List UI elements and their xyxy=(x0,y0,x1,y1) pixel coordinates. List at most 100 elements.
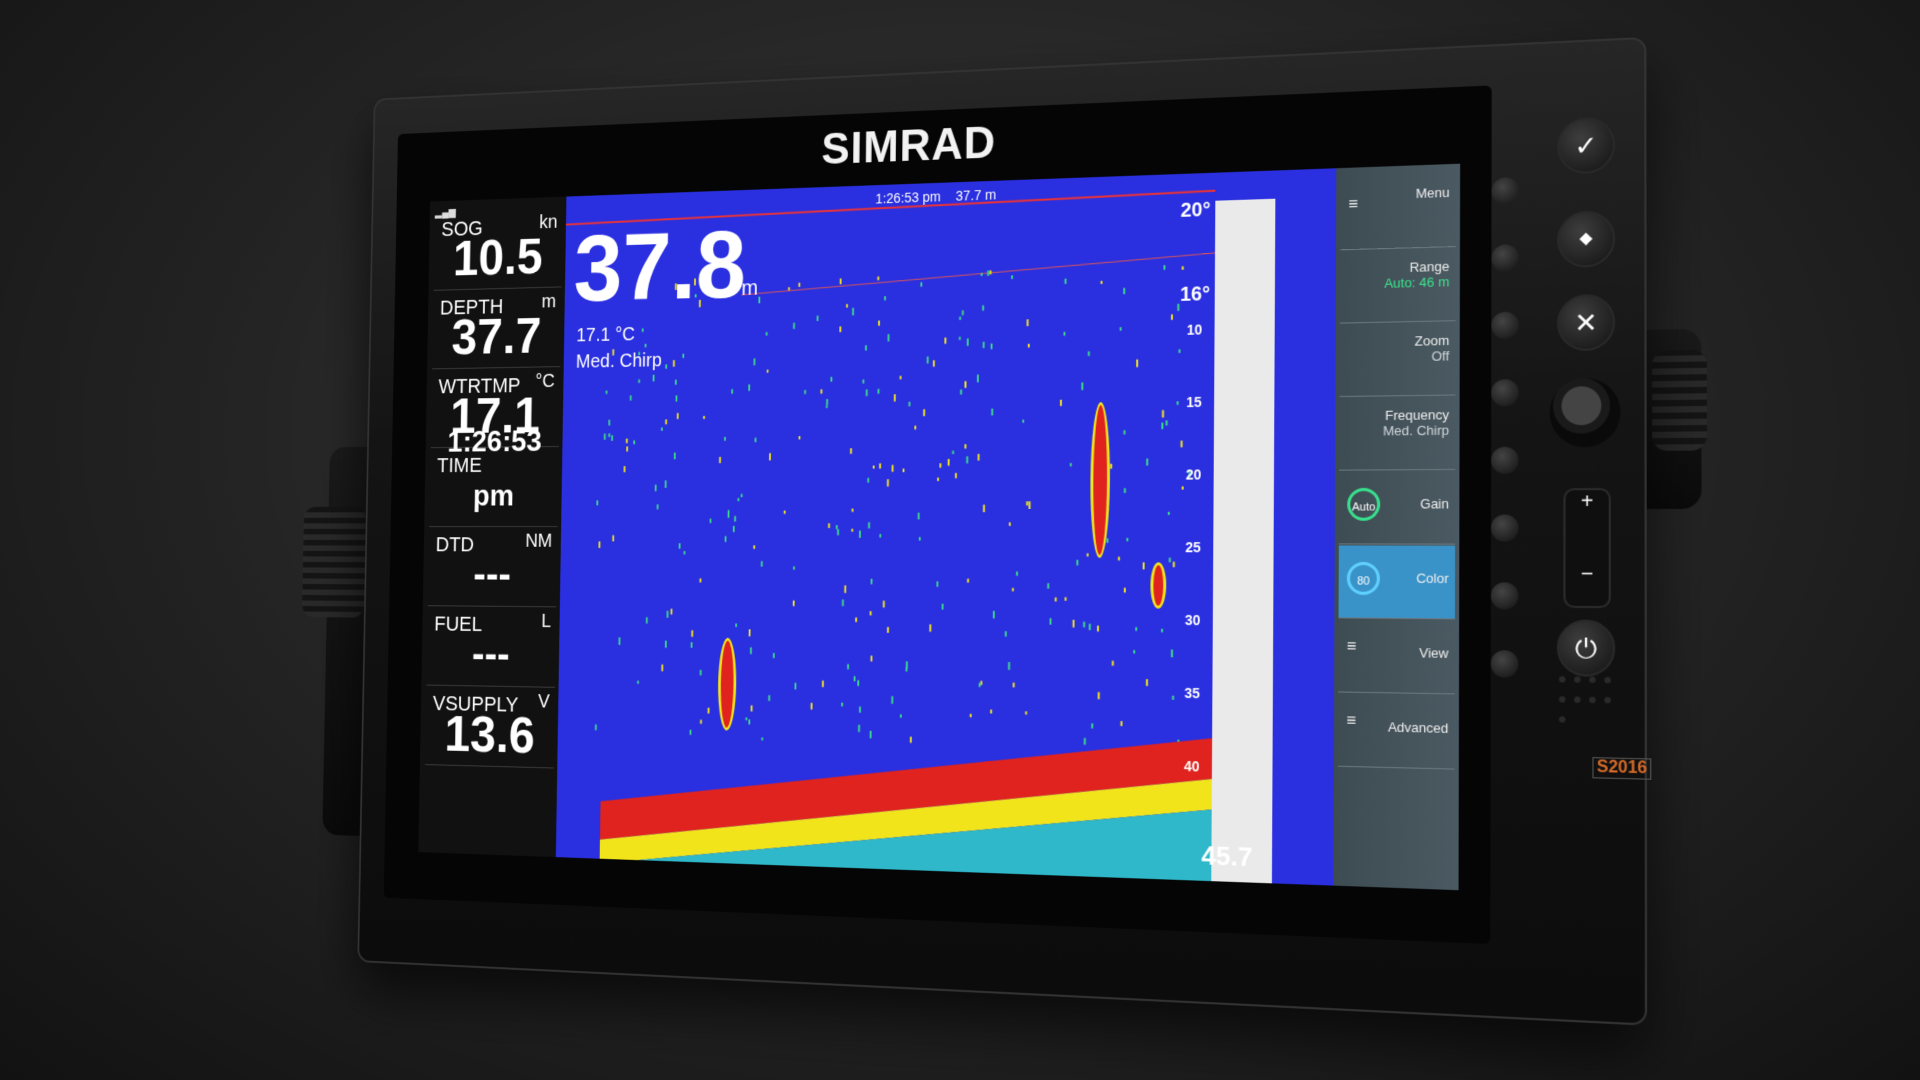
echo-dot xyxy=(1097,692,1100,700)
chartplotter-unit: SIMRAD ▂▄▆ SOG kn 10.5 DEPTH m 37.7 WTRT… xyxy=(301,36,1707,1026)
echo-dot xyxy=(882,600,885,608)
device-bezel: SIMRAD ▂▄▆ SOG kn 10.5 DEPTH m 37.7 WTRT… xyxy=(357,36,1652,1026)
echo-dot xyxy=(1161,628,1164,633)
soft-key-5[interactable] xyxy=(1491,446,1519,474)
scene: SIMRAD ▂▄▆ SOG kn 10.5 DEPTH m 37.7 WTRT… xyxy=(0,0,1920,1080)
echo-dot xyxy=(961,310,964,316)
echo-dot xyxy=(872,465,875,469)
echo-dot xyxy=(982,504,985,513)
echo-dot xyxy=(893,394,896,402)
advanced-button[interactable]: ≡ Advanced xyxy=(1337,693,1455,770)
panel-dtd[interactable]: DTD NM --- xyxy=(427,527,558,608)
rotary-knob[interactable] xyxy=(1549,377,1621,448)
color-button[interactable]: 80 Color xyxy=(1338,545,1456,620)
echo-dot xyxy=(1135,627,1138,631)
echo-dot xyxy=(868,522,871,529)
echo-dot xyxy=(1142,562,1145,570)
panel-fuel[interactable]: FUEL L --- xyxy=(426,606,557,688)
soft-key-6[interactable] xyxy=(1490,514,1519,542)
echo-dot xyxy=(682,353,685,358)
frequency-button[interactable]: Frequency Med. Chirp xyxy=(1339,396,1456,471)
sonar-view[interactable]: 1:26:53 pm 37.7 m 37.8 m 17.1 °C Med. Ch… xyxy=(555,168,1337,886)
model-badge: S2016 xyxy=(1592,757,1652,780)
view-button[interactable]: ≡ View xyxy=(1338,619,1455,695)
zoom-rocker[interactable]: + − xyxy=(1563,488,1611,609)
echo-dot xyxy=(905,661,908,669)
echo-dot xyxy=(839,278,842,285)
echo-dot xyxy=(1082,621,1085,627)
echo-dot xyxy=(731,389,734,394)
echo-dot xyxy=(816,315,819,322)
soft-key-7[interactable] xyxy=(1490,582,1519,610)
panel-time[interactable]: TIME 1:26:53 pm xyxy=(429,424,559,528)
echo-dot xyxy=(666,610,669,618)
echo-dot xyxy=(990,709,993,714)
bracket-knob-right[interactable] xyxy=(1652,349,1707,451)
echo-dot xyxy=(765,332,768,336)
echo-dot xyxy=(865,389,868,397)
echo-dot xyxy=(750,705,753,712)
echo-dot xyxy=(844,585,847,593)
echo-dot xyxy=(978,682,981,688)
zoom-in-button[interactable]: + xyxy=(1566,490,1609,514)
depth-readout: 37.8 xyxy=(573,210,747,322)
soft-key-4[interactable] xyxy=(1491,379,1519,407)
echo-dot xyxy=(661,664,664,672)
echo-dot xyxy=(641,328,644,333)
echo-dot xyxy=(1087,351,1090,357)
echo-dot xyxy=(793,566,795,570)
echo-dot xyxy=(1088,623,1091,631)
soft-key-3[interactable] xyxy=(1491,311,1519,340)
echo-dot xyxy=(652,374,655,382)
ok-button[interactable]: ✓ xyxy=(1557,116,1616,175)
echo-dot xyxy=(853,676,856,682)
menu-button[interactable]: ≡ Menu xyxy=(1340,174,1456,251)
list-icon: ≡ xyxy=(1346,712,1357,730)
echo-dot xyxy=(867,477,870,483)
echo-dot xyxy=(977,453,980,461)
echo-dot xyxy=(899,714,902,718)
echo-dot xyxy=(850,448,852,454)
echo-dot xyxy=(1081,382,1084,391)
echo-dot xyxy=(841,599,844,607)
echo-dot xyxy=(879,534,882,538)
panel-depth[interactable]: DEPTH m 37.7 xyxy=(432,287,562,370)
echo-dot xyxy=(846,304,848,308)
range-button[interactable]: Range Auto: 46 m xyxy=(1339,248,1456,324)
zoom-out-button[interactable]: − xyxy=(1566,563,1609,587)
echo-dot xyxy=(899,375,902,380)
echo-dot xyxy=(748,629,751,637)
echo-dot xyxy=(623,466,626,473)
echo-dot xyxy=(766,369,769,373)
cancel-button[interactable]: ✕ xyxy=(1557,293,1616,352)
echo-dot xyxy=(1172,695,1175,700)
echo-dot xyxy=(1011,275,1014,279)
power-button[interactable]: ⏻ xyxy=(1556,619,1616,678)
panel-sog[interactable]: SOG kn 10.5 xyxy=(433,207,563,291)
echo-dot xyxy=(1016,571,1018,576)
soft-key-1[interactable] xyxy=(1491,177,1519,205)
echo-dot xyxy=(611,435,614,441)
frequency-overlay: Med. Chirp xyxy=(575,350,662,373)
panel-vsupply[interactable]: VSUPPLY V 13.6 xyxy=(424,685,556,769)
echo-dot xyxy=(980,680,983,686)
panel-value: 13.6 xyxy=(444,705,536,765)
echo-dot xyxy=(877,276,880,281)
echo-dot xyxy=(794,682,797,690)
echo-dot xyxy=(637,680,639,684)
zoom-value: Off xyxy=(1431,348,1450,364)
echo-dot xyxy=(847,664,850,670)
direction-pad[interactable]: ◆ xyxy=(1557,210,1616,269)
echo-dot xyxy=(1178,349,1181,353)
echo-dot xyxy=(990,343,993,350)
echo-dot xyxy=(1123,287,1126,295)
range-bottom-label: 45.7 xyxy=(1201,839,1253,873)
soft-key-2[interactable] xyxy=(1491,244,1519,272)
gain-button[interactable]: Auto Gain xyxy=(1338,471,1456,545)
zoom-button[interactable]: Zoom Off xyxy=(1339,322,1456,398)
bracket-knob-left[interactable] xyxy=(301,506,367,618)
echo-dot xyxy=(810,702,813,710)
soft-key-8[interactable] xyxy=(1490,650,1519,678)
echo-dot xyxy=(947,458,950,466)
echo-dot xyxy=(828,523,830,529)
